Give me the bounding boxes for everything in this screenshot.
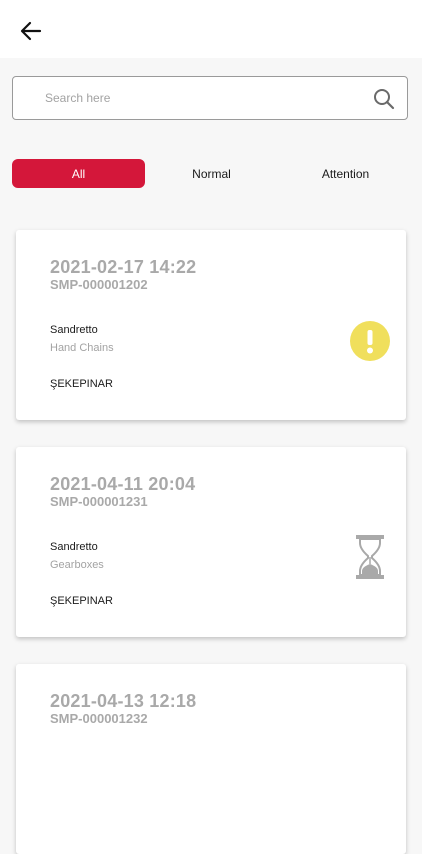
sample-card[interactable]: 2021-04-11 20:04 SMP-000001231 Sandretto…: [16, 447, 406, 637]
hourglass-icon: [356, 535, 384, 579]
sample-card[interactable]: 2021-02-17 14:22 SMP-000001202 Sandretto…: [16, 230, 406, 420]
tab-attention[interactable]: Attention: [279, 159, 412, 188]
arrow-left-icon: [20, 21, 42, 41]
top-bar: [0, 0, 422, 58]
search-icon[interactable]: [373, 88, 395, 110]
search-box: [12, 76, 408, 120]
back-button[interactable]: [14, 16, 48, 46]
card-datetime: 2021-04-13 12:18: [50, 691, 197, 711]
card-code: SMP-000001231: [50, 494, 148, 509]
sample-card[interactable]: 2021-04-13 12:18 SMP-000001232: [16, 664, 406, 854]
filter-tabs: All Normal Attention: [12, 159, 412, 188]
tab-normal[interactable]: Normal: [145, 159, 278, 188]
tab-all[interactable]: All: [12, 159, 145, 188]
card-company: Sandretto: [50, 541, 98, 553]
card-category: Gearboxes: [50, 559, 104, 571]
card-datetime: 2021-04-11 20:04: [50, 474, 196, 494]
card-code: SMP-000001202: [50, 277, 148, 292]
card-datetime: 2021-02-17 14:22: [50, 257, 197, 277]
search-input[interactable]: [33, 77, 363, 119]
card-location: ŞEKEPINAR: [50, 378, 113, 390]
card-company: Sandretto: [50, 324, 98, 336]
card-category: Hand Chains: [50, 342, 114, 354]
exclamation-icon: [350, 321, 390, 361]
card-location: ŞEKEPINAR: [50, 595, 113, 607]
card-code: SMP-000001232: [50, 711, 148, 726]
